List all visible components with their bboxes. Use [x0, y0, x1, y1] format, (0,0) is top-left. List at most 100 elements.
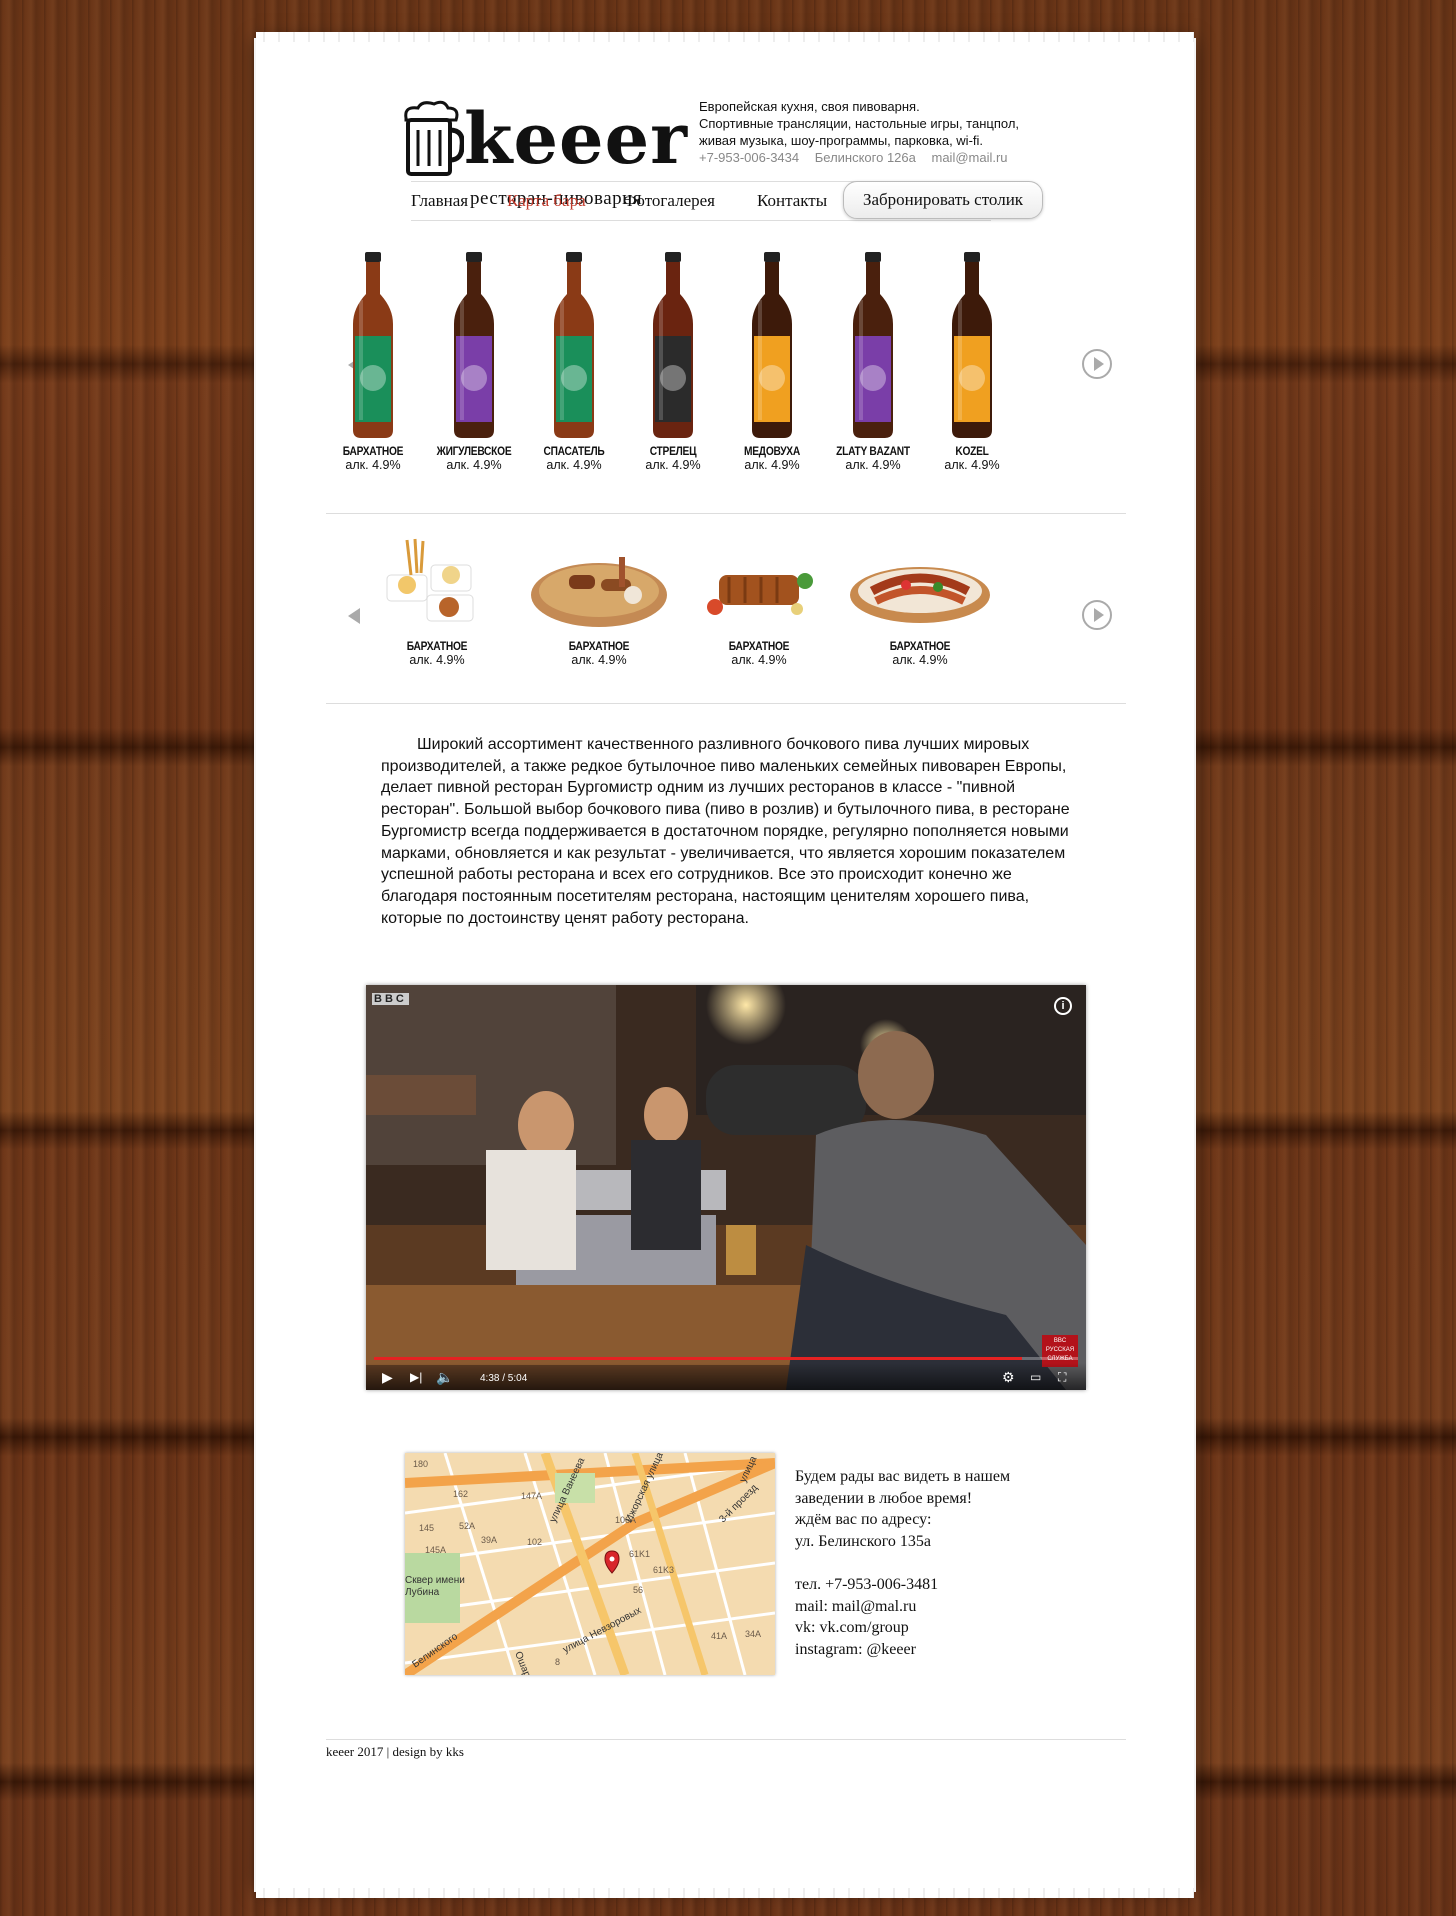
play-icon[interactable]: ▶	[382, 1369, 393, 1385]
address-instagram[interactable]: instagram: @keeer	[795, 1639, 1010, 1661]
beer-card[interactable]: СПАСАТЕЛЬ алк. 4.9%	[526, 250, 622, 472]
beer-bottle-icon	[752, 252, 792, 438]
beer-card[interactable]: СТРЕЛЕЦ алк. 4.9%	[625, 250, 721, 472]
beer-bottle-icon	[353, 252, 393, 438]
beer-alcohol: алк. 4.9%	[845, 458, 901, 472]
beer-alcohol: алк. 4.9%	[446, 458, 502, 472]
svg-text:147A: 147A	[521, 1491, 542, 1501]
info-icon[interactable]: i	[1054, 997, 1072, 1015]
beer-card[interactable]: ЖИГУЛЕВСКОЕ алк. 4.9%	[426, 250, 522, 472]
address-line: ул. Белинского 135а	[795, 1532, 932, 1550]
svg-text:61K1: 61K1	[629, 1549, 650, 1559]
video-controls: ▶ ▶| 🔈 4:38 / 5:04 ⚙ ▭ ⛶	[366, 1363, 1086, 1390]
beer-alcohol: алк. 4.9%	[744, 458, 800, 472]
food-name: БАРХАТНОЕ	[889, 639, 951, 653]
description-text: Широкий ассортимент качественного разлив…	[381, 736, 1070, 927]
beer-card[interactable]: KOZEL алк. 4.9%	[924, 250, 1020, 472]
address-spacer	[795, 1552, 1010, 1574]
beer-alcohol: алк. 4.9%	[944, 458, 1000, 472]
map[interactable]: 180 162 147A 52A 145 106A 39A 102 61K1 6…	[405, 1453, 775, 1675]
svg-text:Сквер имени: Сквер имени	[405, 1575, 465, 1586]
food-name: БАРХАТНОЕ	[728, 639, 790, 653]
address-line: Будем рады вас видеть в нашем	[795, 1468, 1011, 1485]
svg-text:102: 102	[527, 1537, 542, 1547]
address-phone[interactable]: тел. +7-953-006-3481	[795, 1574, 1010, 1596]
svg-text:Лубина: Лубина	[405, 1586, 440, 1598]
settings-icon[interactable]: ⚙	[1002, 1369, 1015, 1385]
svg-text:34A: 34A	[745, 1629, 761, 1639]
food-plate-icon	[850, 567, 990, 623]
beer-name: KOZEL	[955, 444, 989, 458]
beer-card[interactable]: ZLATY BAZANT алк. 4.9%	[825, 250, 921, 472]
beer-card[interactable]: МЕДОВУХА алк. 4.9%	[724, 250, 820, 472]
beer-name: ZLATY BAZANT	[836, 444, 910, 458]
beer-alcohol: алк. 4.9%	[546, 458, 602, 472]
volume-icon[interactable]: 🔈	[436, 1369, 453, 1385]
nav-item-contacts[interactable]: Контакты	[757, 191, 827, 211]
header-phone[interactable]: +7-953-006-3434	[699, 150, 799, 165]
header-contacts: +7-953-006-3434 Белинского 126а mail@mai…	[699, 150, 1020, 165]
svg-text:52A: 52A	[459, 1521, 475, 1531]
food-alcohol: алк. 4.9%	[731, 653, 787, 667]
beer-alcohol: алк. 4.9%	[645, 458, 701, 472]
food-card[interactable]: БАРХАТНОЕ алк. 4.9%	[845, 535, 995, 667]
tagline-line: Европейская кухня, своя пивоварня.	[699, 99, 920, 114]
beer-bottle-icon	[554, 252, 594, 438]
nav-item-bar-menu[interactable]: Карта бара	[507, 191, 586, 211]
food-name: БАРХАТНОЕ	[406, 639, 468, 653]
svg-text:145A: 145A	[425, 1545, 446, 1555]
nav-item-gallery[interactable]: Фотогалерея	[623, 191, 715, 211]
food-alcohol: алк. 4.9%	[892, 653, 948, 667]
beer-name: ЖИГУЛЕВСКОЕ	[436, 444, 512, 458]
svg-text:41A: 41A	[711, 1631, 727, 1641]
beer-next-arrow-icon[interactable]	[1082, 349, 1112, 379]
svg-text:56: 56	[633, 1585, 643, 1595]
svg-text:180: 180	[413, 1459, 428, 1469]
footer: keeer 2017 | design by kks	[326, 1744, 464, 1759]
tagline-line: живая музыка, шоу-программы, парковка, w…	[699, 133, 984, 148]
food-plate-icon	[386, 538, 474, 622]
video-progress-fill	[374, 1357, 1022, 1360]
bbc-logo: BBC	[372, 993, 409, 1005]
food-plate-icon	[707, 573, 813, 615]
address-email[interactable]: mail: mail@mal.ru	[795, 1596, 1010, 1618]
beer-name: БАРХАТНОЕ	[342, 444, 404, 458]
header-email[interactable]: mail@mail.ru	[932, 150, 1008, 165]
page-paper: keeer ресторан-пивоварня Европейская кух…	[256, 32, 1194, 1898]
video-player[interactable]: BBC i BBC РУССКАЯ СЛУЖБА ▶ ▶| 🔈 4:38 / 5…	[366, 985, 1086, 1390]
food-card[interactable]: БАРХАТНОЕ алк. 4.9%	[524, 535, 674, 667]
divider	[326, 703, 1126, 704]
beer-name: СПАСАТЕЛЬ	[543, 444, 605, 458]
beer-name: МЕДОВУХА	[744, 444, 800, 458]
svg-text:8: 8	[555, 1657, 560, 1667]
next-icon[interactable]: ▶|	[410, 1369, 422, 1385]
beer-bottle-icon	[952, 252, 992, 438]
video-progress-bar[interactable]	[374, 1357, 1078, 1360]
food-next-arrow-icon[interactable]	[1082, 600, 1112, 630]
address-vk[interactable]: vk: vk.com/group	[795, 1617, 1010, 1639]
tagline-line: Спортивные трансляции, настольные игры, …	[699, 116, 1020, 131]
beer-alcohol: алк. 4.9%	[345, 458, 401, 472]
svg-text:61K3: 61K3	[653, 1565, 674, 1575]
book-table-button[interactable]: Забронировать столик	[843, 181, 1043, 219]
food-name: БАРХАТНОЕ	[568, 639, 630, 653]
divider	[326, 513, 1126, 514]
food-card[interactable]: БАРХАТНОЕ алк. 4.9%	[684, 535, 834, 667]
map-graphic: 180 162 147A 52A 145 106A 39A 102 61K1 6…	[405, 1453, 775, 1675]
beer-mug-icon	[404, 100, 464, 176]
svg-text:39A: 39A	[481, 1535, 497, 1545]
beer-card[interactable]: БАРХАТНОЕ алк. 4.9%	[325, 250, 421, 472]
theater-mode-icon[interactable]: ▭	[1030, 1369, 1041, 1385]
food-card[interactable]: БАРХАТНОЕ алк. 4.9%	[362, 535, 512, 667]
address-line: ждём вас по адресу:	[795, 1511, 932, 1529]
beer-bottle-icon	[454, 252, 494, 438]
food-alcohol: алк. 4.9%	[571, 653, 627, 667]
food-plate-icon	[531, 557, 667, 627]
address-block: Будем рады вас видеть в нашем заведении …	[795, 1466, 1010, 1660]
brand-name: keeer	[464, 97, 688, 180]
beer-bottle-icon	[653, 252, 693, 438]
beer-bottle-icon	[853, 252, 893, 438]
food-prev-arrow-icon[interactable]	[348, 608, 360, 624]
fullscreen-icon[interactable]: ⛶	[1058, 1369, 1066, 1385]
nav-item-home[interactable]: Главная	[411, 191, 468, 211]
